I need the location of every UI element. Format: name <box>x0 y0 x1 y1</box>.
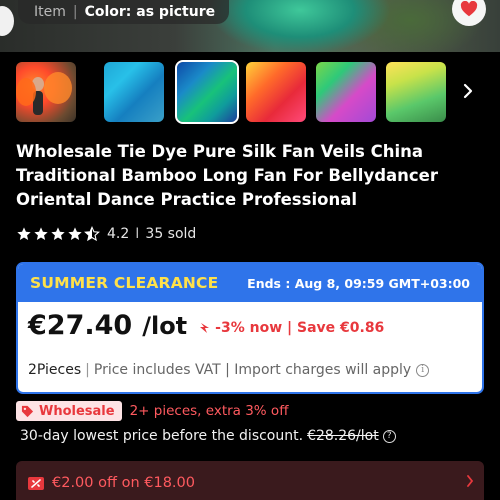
wholesale-badge-label: Wholesale <box>39 403 115 419</box>
thumbnail-strip <box>16 60 486 124</box>
thumbnail-5[interactable] <box>316 62 376 122</box>
down-arrow-icon <box>200 323 210 333</box>
pill-separator: | <box>72 4 78 20</box>
rating-separator: I <box>135 226 140 242</box>
sale-body: €27.40 /lot -3% now | Save €0.86 2Pieces… <box>18 302 482 392</box>
coupon-text: €2.00 off on €18.00 <box>52 475 195 491</box>
current-price: €27.40 <box>28 310 133 341</box>
dancer-figure-icon <box>16 72 72 115</box>
price-row: €27.40 /lot -3% now | Save €0.86 <box>28 310 468 341</box>
star-half-icon <box>84 226 100 242</box>
discount-info: -3% now | Save €0.86 <box>199 320 384 336</box>
sold-count: 35 sold <box>145 226 197 242</box>
star-full-icon <box>34 227 48 240</box>
hero-edge-decoration <box>0 6 14 36</box>
old-price: €28.26/lot <box>307 428 379 444</box>
vat-note: Price includes VAT | Import charges will… <box>93 362 412 378</box>
heart-icon <box>460 1 478 17</box>
wholesale-badge: Wholesale <box>16 401 122 421</box>
thumbnail-4[interactable] <box>246 62 306 122</box>
thumbnail-2[interactable] <box>104 62 164 122</box>
item-label: Item <box>34 4 66 20</box>
chevron-right-icon <box>467 475 474 487</box>
thumbnails-next-button[interactable] <box>458 78 478 104</box>
qty-separator: | <box>85 362 90 378</box>
question-icon[interactable]: ? <box>382 429 396 443</box>
wholesale-text: 2+ pieces, extra 3% off <box>129 403 289 419</box>
product-hero-image[interactable]: Item | Color: as picture <box>0 0 500 52</box>
sale-end-time: Ends : Aug 8, 09:59 GMT+03:00 <box>247 275 470 291</box>
chevron-right-icon <box>463 83 473 99</box>
info-icon[interactable]: i <box>416 363 430 377</box>
sale-tag: SUMMER CLEARANCE <box>30 274 219 292</box>
star-full-icon <box>17 227 31 240</box>
wishlist-button[interactable] <box>452 0 486 26</box>
star-rating <box>16 226 100 242</box>
coupon-icon <box>28 476 44 490</box>
thumbnail-1[interactable] <box>16 62 76 122</box>
coupon-banner[interactable]: €2.00 off on €18.00 <box>16 461 484 500</box>
lowest-price-text: 30-day lowest price before the discount. <box>20 428 304 444</box>
product-title: Wholesale Tie Dye Pure Silk Fan Veils Ch… <box>16 142 439 209</box>
wholesale-row[interactable]: Wholesale 2+ pieces, extra 3% off <box>16 401 289 421</box>
thumbnail-6[interactable] <box>386 62 446 122</box>
color-selector-pill[interactable]: Item | Color: as picture <box>18 0 230 24</box>
thumbnail-3-selected[interactable] <box>175 60 239 124</box>
star-full-icon <box>51 227 65 240</box>
price-unit: /lot <box>142 312 188 340</box>
rating-row[interactable]: 4.2 I 35 sold <box>16 224 196 244</box>
sale-header: SUMMER CLEARANCE Ends : Aug 8, 09:59 GMT… <box>18 264 482 302</box>
sale-price-card: SUMMER CLEARANCE Ends : Aug 8, 09:59 GMT… <box>16 262 484 394</box>
rating-score: 4.2 <box>107 226 130 242</box>
price-tag-icon <box>21 405 34 417</box>
star-full-icon <box>68 227 82 240</box>
lowest-price-row: 30-day lowest price before the discount.… <box>20 428 396 444</box>
lot-quantity: 2Pieces <box>28 362 82 378</box>
discount-text: -3% now | Save €0.86 <box>215 320 385 336</box>
quantity-vat-row: 2Pieces | Price includes VAT | Import ch… <box>28 362 430 378</box>
color-label: Color: as picture <box>84 4 216 20</box>
